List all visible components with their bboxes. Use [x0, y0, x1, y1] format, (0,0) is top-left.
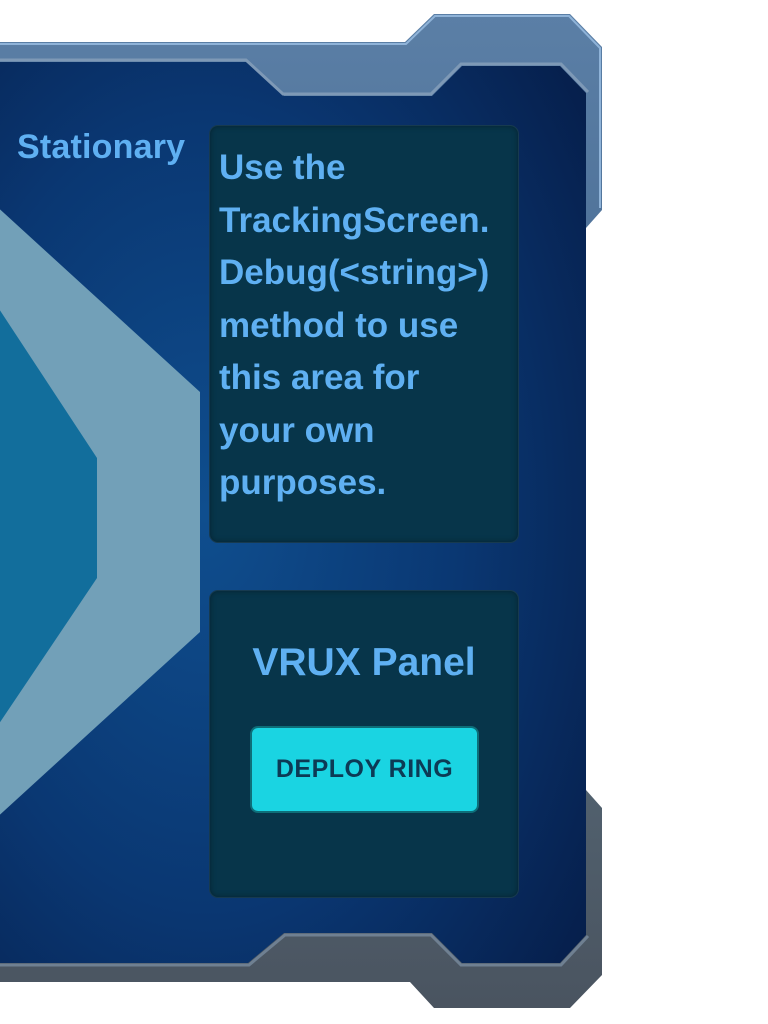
vrux-panel-title: VRUX Panel [252, 641, 476, 684]
vrux-panel: VRUX Panel DEPLOY RING [209, 590, 519, 898]
tracking-status-label: Stationary [17, 128, 186, 166]
deploy-ring-button-label: DEPLOY RING [275, 755, 454, 783]
debug-panel: Use the TrackingScreen. Debug(<string>) … [209, 125, 519, 543]
tracking-screen: Stationary Use the TrackingScreen. Debug… [0, 0, 768, 1024]
debug-message-text: Use the TrackingScreen. Debug(<string>) … [219, 148, 490, 502]
deploy-ring-button[interactable]: DEPLOY RING [250, 726, 479, 813]
